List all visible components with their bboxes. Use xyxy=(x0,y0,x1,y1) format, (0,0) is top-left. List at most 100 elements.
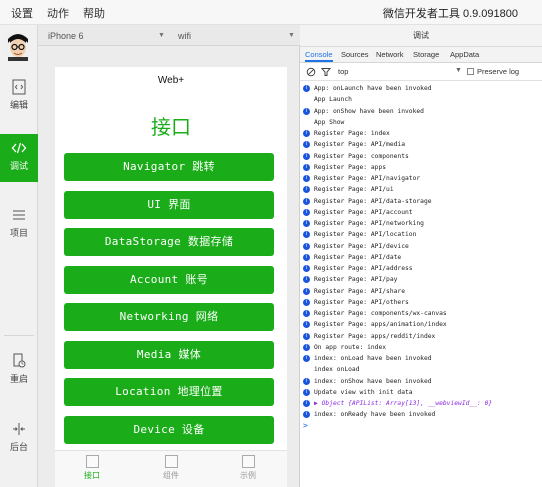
info-icon: i xyxy=(303,253,310,261)
avatar[interactable] xyxy=(3,31,33,61)
networking-button[interactable]: Networking 网络 xyxy=(64,303,274,331)
tab-components[interactable]: 组件 xyxy=(146,455,196,481)
console-log-text: Register Page: API/device xyxy=(314,242,409,250)
info-icon: i xyxy=(303,186,310,194)
info-icon: i xyxy=(303,343,310,351)
info-icon: i xyxy=(303,332,310,340)
console-prompt[interactable]: > xyxy=(303,421,308,430)
console-toolbar: top ▼ Preserve log xyxy=(300,63,542,81)
info-icon: i xyxy=(303,388,310,396)
info-icon: i xyxy=(303,163,310,171)
network-select[interactable]: wifi ▼ xyxy=(174,25,296,46)
console-log-text: Register Page: API/account xyxy=(314,208,413,216)
info-icon: i xyxy=(303,242,310,250)
sidebar: 编辑 调试 项目 重启 后台 xyxy=(0,25,38,487)
console-log-text: Register Page: components/wx-canvas xyxy=(314,310,447,317)
tab-image-icon xyxy=(241,455,255,468)
device-select[interactable]: iPhone 6 ▼ xyxy=(46,25,165,46)
info-icon: i xyxy=(303,231,310,239)
console-log-text: Register Page: API/others xyxy=(314,298,409,306)
info-icon: i xyxy=(303,197,310,205)
console-log-text: On app route: index xyxy=(314,343,387,351)
sidebar-item-label: 后台 xyxy=(9,442,28,452)
ui-button[interactable]: UI 界面 xyxy=(64,191,274,219)
menu-settings[interactable]: 设置 xyxy=(11,5,33,21)
sidebar-item-project[interactable]: 项目 xyxy=(0,201,38,249)
console-log-text: Register Page: apps xyxy=(314,163,387,171)
preserve-log-checkbox[interactable] xyxy=(467,68,474,75)
console-log-text: Register Page: API/media xyxy=(314,141,405,149)
console-log-text: Register Page: API/address xyxy=(314,265,413,272)
console-log-text: Register Page: API/location xyxy=(314,231,417,239)
console-log-text: Register Page: apps/animation/index xyxy=(314,321,447,329)
console-log-text: index: onLoad have been invoked xyxy=(314,355,432,362)
console-object-preview[interactable]: ▶ Object {APIList: Array[13], __webviewI… xyxy=(314,398,492,409)
tab-console[interactable]: Console xyxy=(305,50,333,62)
console-log-text: index: onReady have been invoked xyxy=(314,411,436,419)
menu-help[interactable]: 帮助 xyxy=(83,5,105,21)
devtools-tabs: Console Sources Network Storage AppData xyxy=(300,47,542,63)
info-icon: i xyxy=(303,141,310,149)
info-icon: i xyxy=(303,377,310,385)
info-icon: i xyxy=(303,411,310,419)
console-log-text: Register Page: index xyxy=(314,130,390,137)
nav-title: Web+ xyxy=(157,75,185,86)
console-output: i App: onLaunch have been invoked App Laun… xyxy=(300,82,542,487)
console-log-text: Update view with init data xyxy=(314,388,413,396)
info-icon: i xyxy=(303,175,310,182)
menu-actions[interactable]: 动作 xyxy=(47,5,69,21)
info-icon: i xyxy=(303,400,310,407)
sidebar-item-label: 重启 xyxy=(9,374,28,384)
code-file-icon xyxy=(12,79,26,95)
network-select-value: wifi xyxy=(178,31,191,41)
console-log-text: Register Page: API/date xyxy=(314,253,402,261)
location-button[interactable]: Location 地理位置 xyxy=(64,378,274,406)
tab-examples[interactable]: 示例 xyxy=(223,455,273,481)
tab-image-icon xyxy=(164,455,178,468)
sidebar-item-edit[interactable]: 编辑 xyxy=(0,73,38,121)
tab-label: 接口 xyxy=(84,471,100,480)
page-title: 接口 xyxy=(151,115,191,139)
clear-console-icon[interactable] xyxy=(306,67,316,77)
navigator-button[interactable]: Navigator 跳转 xyxy=(64,153,274,181)
devtools-title: 调试 xyxy=(300,25,542,47)
console-log-text: Register Page: API/ui xyxy=(314,186,394,194)
tab-label: 组件 xyxy=(163,471,179,480)
device-button[interactable]: Device 设备 xyxy=(64,416,274,444)
account-button[interactable]: Account 账号 xyxy=(64,266,274,294)
chevron-down-icon[interactable]: ▼ xyxy=(455,67,462,74)
console-log-text: Register Page: API/share xyxy=(314,287,405,295)
console-log-text: index onLoad xyxy=(314,366,360,374)
info-icon: i xyxy=(303,130,310,137)
devtools-pane: 调试 Console Sources Network Storage AppDa… xyxy=(300,25,542,487)
console-log-text: Register Page: API/pay xyxy=(314,276,398,284)
tab-network[interactable]: Network xyxy=(376,50,404,59)
chevron-down-icon: ▼ xyxy=(158,32,165,39)
chevron-down-icon: ▼ xyxy=(288,32,295,39)
menu-bar: 设置 动作 帮助 微信开发者工具 0.9.091800 xyxy=(0,0,542,25)
info-icon: i xyxy=(303,321,310,329)
sidebar-item-restart[interactable]: 重启 xyxy=(0,347,38,395)
context-select[interactable]: top xyxy=(338,67,348,76)
tab-storage[interactable]: Storage xyxy=(413,50,439,59)
debug-code-icon xyxy=(11,142,27,154)
phone-screen: Web+ 接口 Navigator 跳转 UI 界面 DataStorage 数… xyxy=(55,67,287,487)
tab-sources[interactable]: Sources xyxy=(341,50,369,59)
filter-icon[interactable] xyxy=(321,67,331,77)
sidebar-item-debug[interactable]: 调试 xyxy=(0,134,38,182)
console-log-text: App: onShow have been invoked xyxy=(314,107,424,115)
tab-label: 示例 xyxy=(240,471,256,480)
console-log-text: Register Page: API/data-storage xyxy=(314,197,432,205)
console-log-text: App Show xyxy=(314,118,345,126)
sidebar-item-background[interactable]: 后台 xyxy=(0,415,38,463)
tab-api[interactable]: 接口 xyxy=(67,455,117,481)
console-log-text: Register Page: API/navigator xyxy=(314,175,421,182)
console-log-text: Register Page: API/networking xyxy=(314,220,424,227)
app-title: 微信开发者工具 0.9.091800 xyxy=(382,8,518,20)
tab-appdata[interactable]: AppData xyxy=(450,50,479,59)
info-icon: i xyxy=(303,265,310,272)
data-storage-button[interactable]: DataStorage 数据存储 xyxy=(64,228,274,256)
console-log-text: index: onShow have been invoked xyxy=(314,377,432,385)
media-button[interactable]: Media 媒体 xyxy=(64,341,274,369)
device-select-value: iPhone 6 xyxy=(48,31,84,41)
